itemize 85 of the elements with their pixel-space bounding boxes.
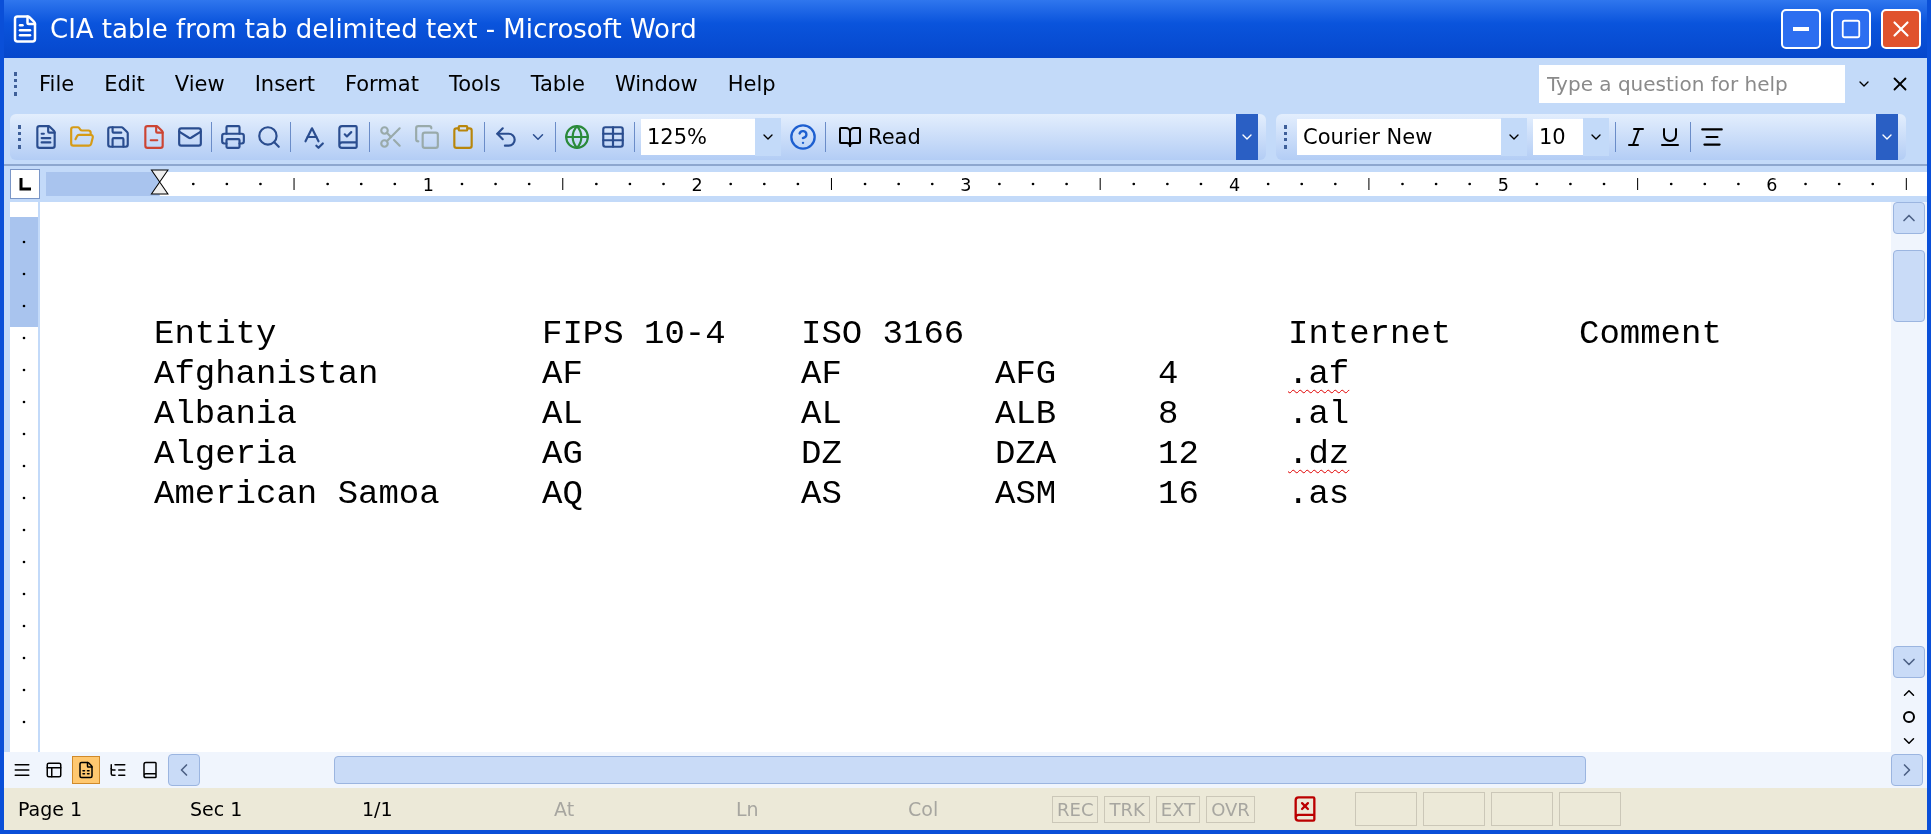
document-text: AQ bbox=[542, 474, 584, 514]
status-pane bbox=[1558, 792, 1621, 826]
left-tab-icon bbox=[18, 177, 32, 191]
scroll-up-button[interactable] bbox=[1893, 202, 1925, 234]
window-title: CIA table from tab delimited text - Microsoft Word bbox=[50, 14, 698, 44]
status-text: Ln bbox=[735, 798, 760, 820]
document-text: Internet bbox=[1288, 314, 1453, 354]
document-text: DZ bbox=[801, 434, 843, 474]
document-text: AG bbox=[542, 434, 584, 474]
maximize-button[interactable] bbox=[1831, 9, 1871, 49]
help-search-field[interactable]: Type a question for help bbox=[1539, 65, 1845, 103]
document-text: .dz bbox=[1288, 434, 1350, 474]
status-pane bbox=[1490, 792, 1553, 826]
document-text: AS bbox=[801, 474, 843, 514]
document-text: American Samoa bbox=[154, 474, 441, 514]
menu-item[interactable]: Table bbox=[518, 68, 597, 100]
view-icon bbox=[141, 761, 159, 779]
minimize-button[interactable] bbox=[1781, 9, 1821, 49]
read-button[interactable]: Read bbox=[832, 124, 927, 150]
close-button[interactable] bbox=[1881, 9, 1921, 49]
view-icon bbox=[109, 761, 127, 779]
ruler-number: 2 bbox=[691, 175, 703, 195]
ruler-number: 3 bbox=[960, 175, 972, 195]
document-text: .as bbox=[1288, 474, 1350, 514]
ruler-number: 6 bbox=[1766, 175, 1778, 195]
document-text: 16 bbox=[1158, 474, 1200, 514]
menu-item[interactable]: File bbox=[27, 68, 87, 100]
browse-object-icon[interactable] bbox=[1900, 708, 1918, 726]
document-text: Entity bbox=[154, 314, 278, 354]
scrollbar-thumb[interactable] bbox=[334, 756, 1586, 784]
document-text: .al bbox=[1288, 394, 1350, 434]
ruler-number: 1 bbox=[422, 175, 434, 195]
document-text: AF bbox=[801, 354, 843, 394]
caret-icon bbox=[1583, 118, 1609, 156]
document-text: Comment bbox=[1579, 314, 1723, 354]
book-icon bbox=[838, 125, 862, 149]
document-text: FIPS 10-4 bbox=[542, 314, 727, 354]
document-text: AL bbox=[801, 394, 843, 434]
scrollbar-thumb[interactable] bbox=[1893, 250, 1925, 322]
caret-icon bbox=[755, 118, 781, 156]
tab-selector[interactable] bbox=[10, 169, 40, 199]
document-text: AFG bbox=[995, 354, 1058, 394]
document-text: 8 bbox=[1158, 394, 1180, 434]
font-size-dropdown[interactable]: 10 bbox=[1533, 119, 1609, 155]
menu-item[interactable]: Help bbox=[715, 68, 788, 100]
minimize-icon bbox=[1793, 27, 1809, 31]
document-text: ALB bbox=[995, 394, 1058, 434]
document-text: ASM bbox=[995, 474, 1058, 514]
status-text: Col bbox=[907, 798, 940, 820]
view-button[interactable] bbox=[72, 756, 100, 784]
indent-marker[interactable] bbox=[150, 169, 169, 195]
document-text: ISO 3166 bbox=[801, 314, 966, 354]
document-text: Afghanistan bbox=[154, 354, 380, 394]
menu-item[interactable]: View bbox=[162, 68, 237, 100]
menu-item[interactable]: Format bbox=[332, 68, 431, 100]
document-text: 12 bbox=[1158, 434, 1200, 474]
ruler-number: 4 bbox=[1228, 175, 1241, 195]
document-text: AL bbox=[542, 394, 584, 434]
menu-item[interactable]: Window bbox=[602, 68, 710, 100]
font-dropdown[interactable]: Courier New bbox=[1297, 119, 1527, 155]
view-icon bbox=[13, 761, 31, 779]
caret-icon bbox=[1501, 118, 1527, 156]
document-text: Albania bbox=[154, 394, 298, 434]
ruler-number: 5 bbox=[1497, 175, 1509, 195]
status-text: 1/1 bbox=[361, 798, 394, 820]
menu-item[interactable]: Insert bbox=[242, 68, 327, 100]
print-icon[interactable] bbox=[218, 122, 248, 152]
menu-item[interactable]: Edit bbox=[92, 68, 157, 100]
view-icon bbox=[45, 761, 63, 779]
zoom-dropdown[interactable]: 125% bbox=[641, 119, 781, 155]
document-text: DZA bbox=[995, 434, 1058, 474]
document-text: Algeria bbox=[154, 434, 298, 474]
status-text: At bbox=[553, 798, 576, 820]
status-pane bbox=[1422, 792, 1485, 826]
maximize-icon bbox=[1840, 18, 1862, 40]
document-text: 4 bbox=[1158, 354, 1180, 394]
help-icon[interactable] bbox=[787, 121, 819, 153]
hyperlink-icon[interactable] bbox=[562, 122, 592, 152]
document-text: .af bbox=[1288, 354, 1350, 394]
view-icon bbox=[77, 761, 95, 779]
document-text: AF bbox=[542, 354, 584, 394]
status-text: Sec 1 bbox=[189, 798, 244, 820]
status-pane bbox=[1354, 792, 1417, 826]
status-text: Page 1 bbox=[17, 798, 84, 820]
menu-item[interactable]: Tools bbox=[436, 68, 513, 100]
